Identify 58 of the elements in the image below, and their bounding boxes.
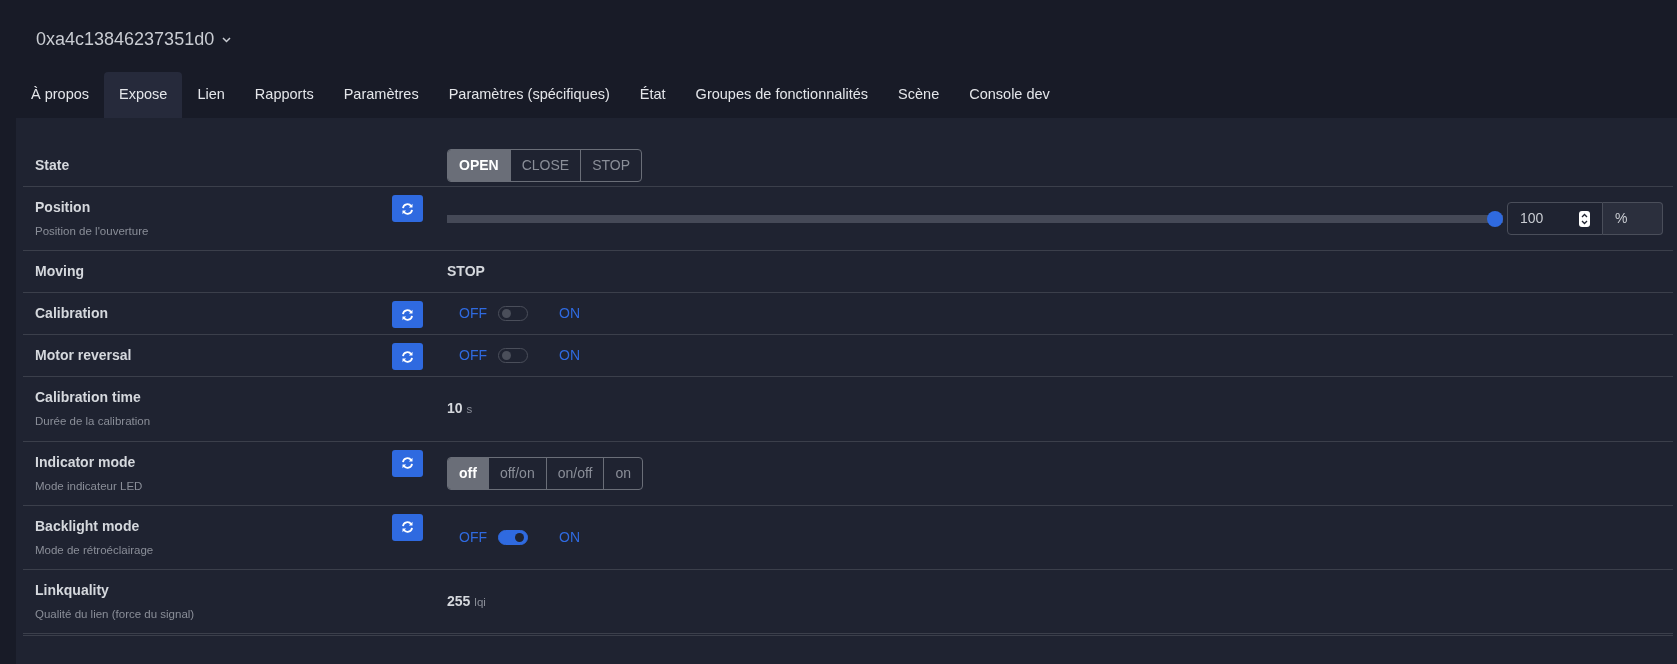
feature-label: Position bbox=[35, 198, 92, 217]
refresh-icon bbox=[401, 350, 414, 363]
tab[interactable]: Expose bbox=[104, 72, 183, 118]
toggle-switch[interactable] bbox=[498, 529, 528, 545]
unit-label: lqi bbox=[474, 596, 486, 609]
feature-value: 255 bbox=[447, 593, 471, 610]
option-button[interactable]: on/off bbox=[545, 457, 604, 489]
feature-label: Backlight mode bbox=[35, 516, 141, 536]
option-button[interactable]: off/on bbox=[487, 457, 546, 489]
feature-description: Durée de la calibration bbox=[35, 414, 152, 430]
off-label: OFF bbox=[459, 527, 487, 547]
refresh-icon bbox=[401, 308, 414, 321]
tab[interactable]: Lien bbox=[182, 72, 240, 118]
option-button[interactable]: on bbox=[603, 457, 643, 489]
refresh-icon bbox=[401, 521, 414, 534]
device-dropdown[interactable]: 0xa4c13846237351d0 bbox=[36, 26, 232, 53]
option-button[interactable]: STOP bbox=[580, 150, 642, 181]
refresh-button[interactable] bbox=[392, 343, 423, 371]
feature-description: Mode indicateur LED bbox=[35, 478, 144, 494]
number-field[interactable]: 100 bbox=[1507, 202, 1603, 236]
on-label: ON bbox=[559, 527, 580, 547]
tab[interactable]: Console dev bbox=[954, 72, 1065, 118]
unit-label: % bbox=[1603, 202, 1663, 236]
feature-label: Motor reversal bbox=[35, 346, 133, 366]
tab[interactable]: Scène bbox=[883, 72, 955, 118]
off-label: OFF bbox=[459, 346, 487, 366]
feature-label: Indicator mode bbox=[35, 452, 137, 472]
tab[interactable]: Paramètres (spécifiques) bbox=[433, 72, 625, 118]
on-label: ON bbox=[559, 304, 580, 324]
tab[interactable]: Groupes de fonctionnalités bbox=[680, 72, 884, 118]
refresh-button[interactable] bbox=[392, 449, 423, 477]
feature-value: STOP bbox=[447, 263, 485, 280]
off-label: OFF bbox=[459, 304, 487, 324]
on-label: ON bbox=[559, 346, 580, 366]
spinner-icon[interactable] bbox=[1579, 210, 1590, 227]
feature-label: Moving bbox=[35, 262, 85, 282]
refresh-icon bbox=[401, 202, 414, 215]
refresh-button[interactable] bbox=[392, 513, 423, 541]
feature-label: Calibration time bbox=[35, 388, 142, 408]
feature-label: Calibration bbox=[35, 304, 110, 324]
option-button[interactable]: CLOSE bbox=[509, 150, 581, 181]
slider-thumb[interactable] bbox=[1487, 210, 1503, 227]
tab[interactable]: État bbox=[624, 72, 681, 118]
tab[interactable]: À propos bbox=[16, 72, 105, 118]
tab[interactable]: Rapports bbox=[239, 72, 329, 118]
caret-icon bbox=[222, 36, 232, 43]
feature-description: Qualité du lien (force du signal) bbox=[35, 607, 196, 622]
feature-label: State bbox=[35, 156, 71, 175]
option-button[interactable]: OPEN bbox=[448, 150, 510, 181]
feature-label: Linkquality bbox=[35, 581, 110, 600]
feature-description: Position de l'ouverture bbox=[35, 224, 150, 239]
feature-value: 10 bbox=[447, 400, 463, 417]
unit-label: s bbox=[466, 403, 473, 416]
refresh-icon bbox=[401, 457, 414, 469]
option-button[interactable]: off bbox=[448, 457, 488, 489]
feature-description: Mode de rétroéclairage bbox=[35, 542, 155, 558]
refresh-button[interactable] bbox=[392, 301, 423, 329]
tab[interactable]: Paramètres bbox=[328, 72, 434, 118]
